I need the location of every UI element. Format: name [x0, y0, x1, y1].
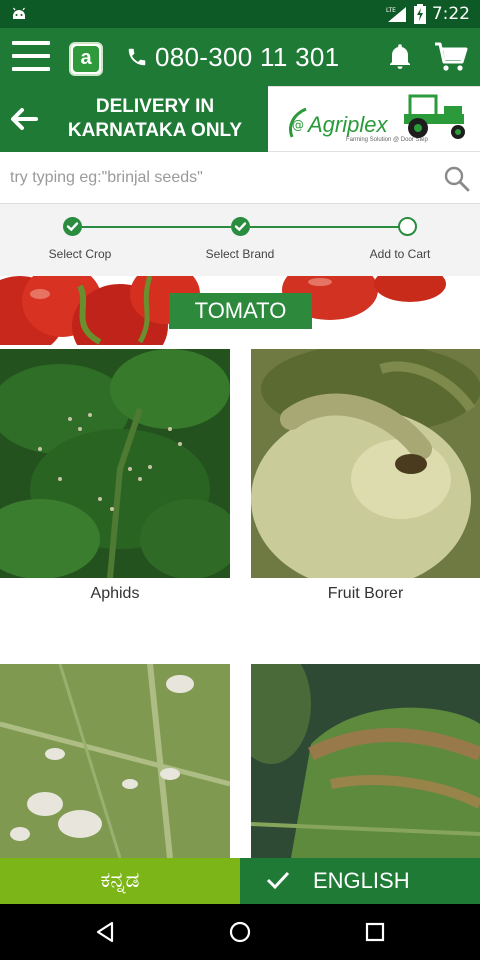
phone-number[interactable]: 080-300 11 301	[155, 42, 339, 73]
cart-icon[interactable]	[434, 42, 468, 72]
delivery-line1: DELIVERY IN	[95, 96, 215, 117]
delivery-banner[interactable]: DELIVERY IN KARNATAKA ONLY @ Agriplex Fa…	[0, 86, 480, 152]
status-bar: LTE 7:22	[0, 0, 480, 28]
agriplex-brand: Agriplex	[308, 112, 388, 137]
system-nav-bar	[0, 904, 480, 960]
swoosh-icon: @	[289, 107, 307, 138]
back-icon[interactable]	[94, 921, 116, 943]
search-icon[interactable]	[444, 166, 470, 192]
language-english-label: ENGLISH	[313, 868, 410, 893]
arrow-left-icon	[11, 108, 38, 130]
search-input[interactable]	[0, 152, 430, 204]
home-icon[interactable]	[229, 921, 251, 943]
phone-icon[interactable]	[126, 46, 148, 68]
pest-name[interactable]: Aphids	[0, 585, 230, 603]
crop-title: TOMATO	[169, 293, 312, 329]
app-bar: a 080-300 11 301	[0, 28, 480, 86]
step-label: Select Brand	[205, 247, 275, 261]
aphids-image[interactable]	[0, 349, 230, 578]
step-1-check-icon[interactable]	[63, 217, 82, 236]
app-logo[interactable]: a	[69, 42, 103, 76]
pest-card-fruit-borer[interactable]: Fruit Borer	[251, 349, 480, 624]
whitefly-image[interactable]	[0, 664, 230, 858]
notification-bell-icon[interactable]	[388, 44, 412, 70]
step-connector	[250, 226, 399, 228]
agriplex-logo: @ Agriplex Farming Solution @ Door Step	[268, 86, 480, 152]
menu-icon[interactable]	[12, 41, 50, 73]
recent-apps-icon[interactable]	[365, 922, 385, 942]
pest-card-leaf-miner[interactable]	[251, 664, 480, 858]
clock: 7:22	[431, 4, 470, 24]
step-3-circle-icon[interactable]	[398, 217, 417, 236]
delivery-notice: DELIVERY IN KARNATAKA ONLY	[0, 86, 268, 152]
language-kannada-button[interactable]: ಕನ್ನಡ	[0, 858, 240, 904]
pest-name[interactable]: Fruit Borer	[251, 585, 480, 603]
svg-text:@: @	[292, 118, 304, 132]
android-icon	[13, 7, 25, 19]
signal-icon: LTE	[386, 7, 406, 22]
step-label: Select Crop	[48, 247, 112, 261]
leaf-miner-image[interactable]	[251, 664, 480, 858]
tractor-icon	[404, 94, 465, 139]
svg-text:LTE: LTE	[386, 7, 396, 14]
fruit-borer-image[interactable]	[251, 349, 480, 578]
crop-header-image: TOMATO	[0, 276, 480, 345]
battery-icon	[413, 4, 426, 24]
step-connector	[82, 226, 231, 228]
language-selector: ಕನ್ನಡ ENGLISH	[0, 858, 480, 904]
search-bar	[0, 152, 480, 204]
language-english-button[interactable]: ENGLISH	[240, 858, 480, 904]
progress-stepper: Select Crop Select Brand Add to Cart	[0, 204, 480, 276]
pest-card-aphids[interactable]: Aphids	[0, 349, 230, 624]
delivery-line2: KARNATAKA ONLY	[67, 120, 243, 141]
step-2-check-icon[interactable]	[231, 217, 250, 236]
step-label: Add to Cart	[369, 247, 431, 261]
pest-card-whitefly[interactable]	[0, 664, 230, 858]
check-icon	[266, 871, 290, 890]
